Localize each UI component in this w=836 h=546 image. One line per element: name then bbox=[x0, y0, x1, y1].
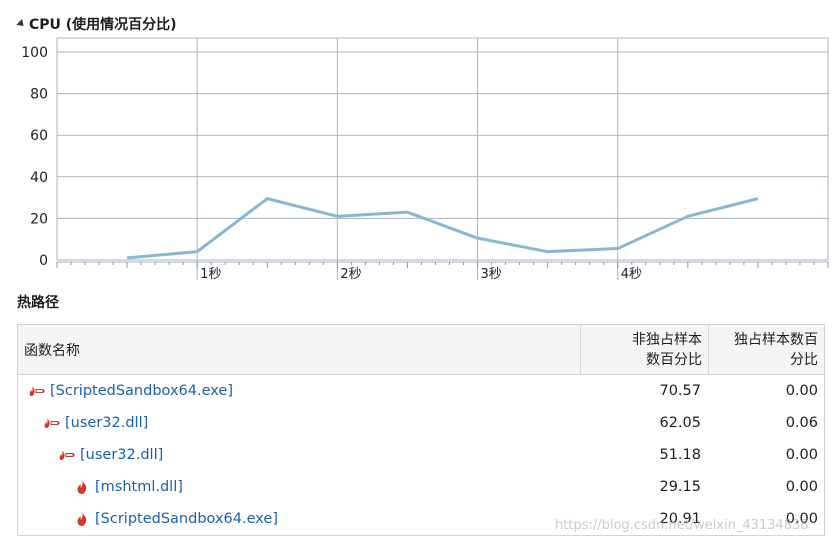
inclusive-percent-cell: 70.57 bbox=[659, 383, 701, 399]
inclusive-percent-cell: 62.05 bbox=[659, 415, 701, 431]
table-row[interactable]: [user32.dll] 62.05 0.06 bbox=[18, 407, 824, 439]
table-header: 函数名称 非独占样本数百分比 独占样本数百分比 bbox=[18, 325, 824, 375]
function-name-cell: [ScriptedSandbox64.exe] bbox=[18, 511, 581, 527]
cpu-usage-series-line bbox=[126, 197, 759, 260]
function-link[interactable]: [user32.dll] bbox=[80, 447, 163, 463]
hot-path-arrow-icon bbox=[43, 415, 61, 431]
table-row[interactable]: [user32.dll] 51.18 0.00 bbox=[18, 439, 824, 471]
exclusive-percent-cell: 0.00 bbox=[785, 447, 818, 463]
function-name-cell: [user32.dll] bbox=[18, 447, 581, 463]
hot-path-arrow-icon bbox=[58, 447, 76, 463]
y-tick-label: 20 bbox=[30, 211, 48, 227]
x-tick-label: 2秒 bbox=[340, 267, 361, 282]
y-tick-label: 60 bbox=[30, 128, 48, 144]
column-header-function-name[interactable]: 函数名称 bbox=[18, 325, 581, 374]
exclusive-percent-cell: 0.00 bbox=[785, 479, 818, 495]
function-link[interactable]: [ScriptedSandbox64.exe] bbox=[50, 383, 233, 399]
watermark: https://blog.csdn.net/weixin_43134838 bbox=[555, 518, 809, 533]
y-tick-label: 100 bbox=[21, 45, 48, 61]
y-tick-label: 0 bbox=[39, 253, 48, 269]
hotpath-table: 函数名称 非独占样本数百分比 独占样本数百分比 [ScriptedSandbox… bbox=[17, 324, 825, 536]
table-row[interactable]: [ScriptedSandbox64.exe] 70.57 0.00 bbox=[18, 375, 824, 407]
x-tick-label: 1秒 bbox=[200, 267, 221, 282]
exclusive-percent-cell: 0.00 bbox=[785, 383, 818, 399]
cpu-section-title: CPU (使用情况百分比) bbox=[29, 17, 177, 33]
function-name-cell: [mshtml.dll] bbox=[18, 479, 581, 495]
y-tick-label: 80 bbox=[30, 87, 48, 103]
column-header-exclusive[interactable]: 独占样本数百分比 bbox=[709, 325, 824, 374]
hot-path-arrow-icon bbox=[28, 383, 46, 399]
collapse-triangle-icon[interactable] bbox=[16, 19, 27, 29]
function-name-cell: [ScriptedSandbox64.exe] bbox=[18, 383, 581, 399]
flame-icon bbox=[73, 479, 91, 495]
exclusive-percent-cell: 0.06 bbox=[785, 415, 818, 431]
function-link[interactable]: [user32.dll] bbox=[65, 415, 148, 431]
x-tick-label: 3秒 bbox=[481, 267, 502, 282]
function-link[interactable]: [mshtml.dll] bbox=[95, 479, 183, 495]
table-row[interactable]: [mshtml.dll] 29.15 0.00 bbox=[18, 471, 824, 503]
cpu-section-header[interactable]: CPU (使用情况百分比) bbox=[16, 13, 177, 35]
inclusive-percent-cell: 51.18 bbox=[659, 447, 701, 463]
inclusive-percent-cell: 29.15 bbox=[659, 479, 701, 495]
x-tick-label: 4秒 bbox=[621, 267, 642, 282]
column-label: 非独占样本数百分比 bbox=[632, 331, 702, 368]
function-name-cell: [user32.dll] bbox=[18, 415, 581, 431]
table-body: [ScriptedSandbox64.exe] 70.57 0.00 [user32.… bbox=[18, 375, 824, 535]
flame-icon bbox=[73, 511, 91, 527]
column-label: 独占样本数百分比 bbox=[734, 331, 818, 368]
cpu-usage-chart: 100 80 60 40 20 0 1秒 2秒 3秒 4秒 bbox=[21, 37, 829, 282]
column-label: 函数名称 bbox=[24, 342, 80, 359]
hotpath-title: 热路径 bbox=[17, 295, 59, 311]
column-header-inclusive[interactable]: 非独占样本数百分比 bbox=[581, 325, 709, 374]
y-tick-label: 40 bbox=[30, 170, 48, 186]
function-link[interactable]: [ScriptedSandbox64.exe] bbox=[95, 511, 278, 527]
